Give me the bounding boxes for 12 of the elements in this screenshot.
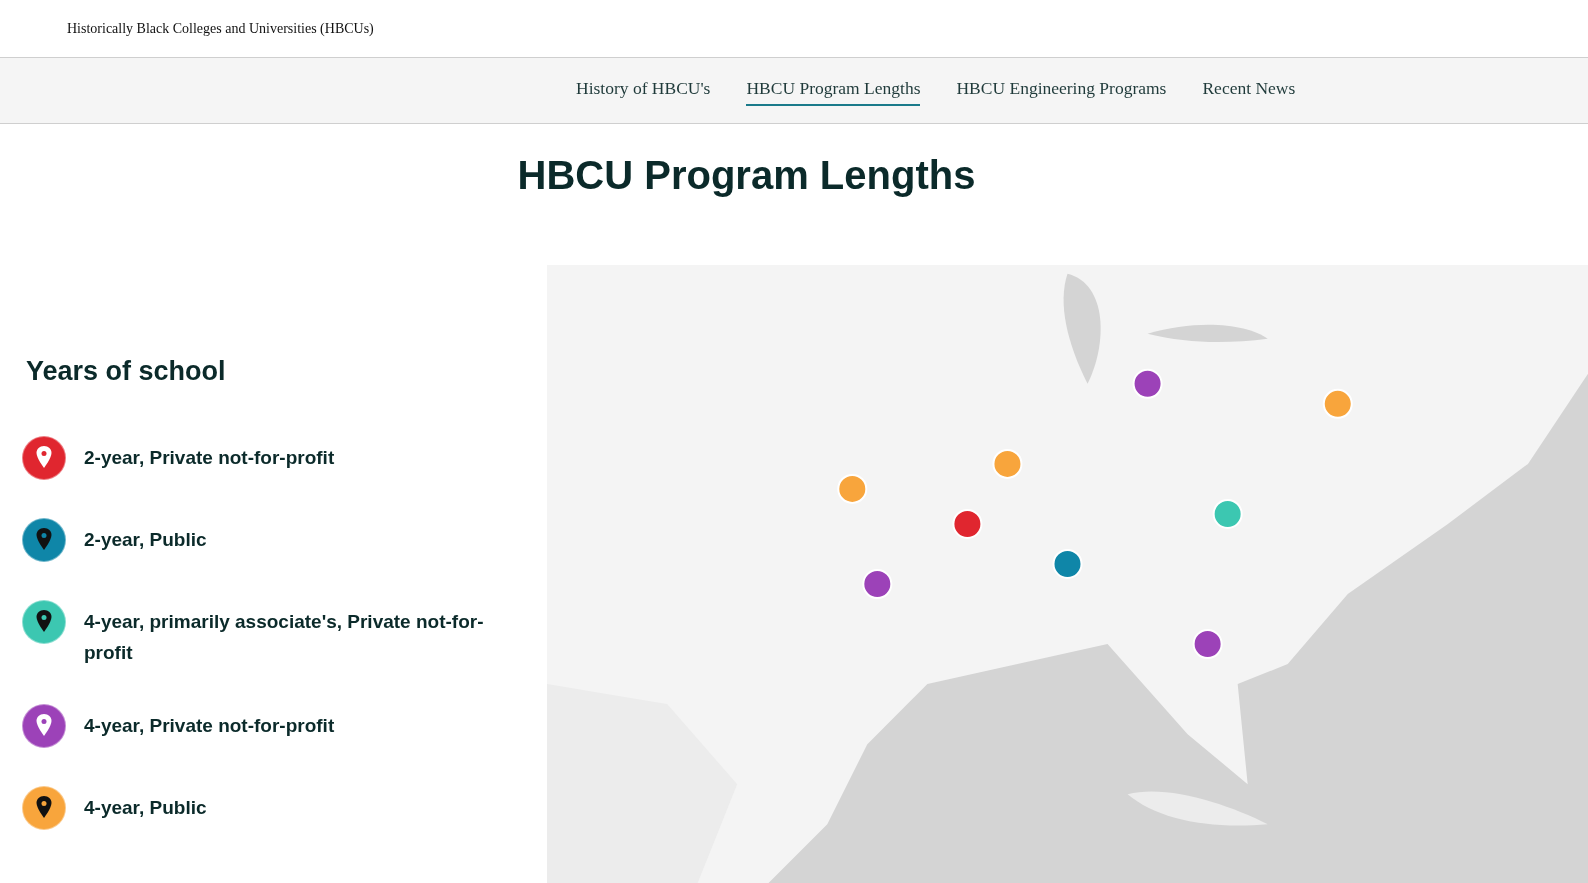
nav-link[interactable]: HBCU Program Lengths xyxy=(746,75,921,106)
page-title: HBCU Program Lengths xyxy=(517,151,976,199)
nav-link[interactable]: History of HBCU's xyxy=(576,75,711,106)
nav-link[interactable]: Recent News xyxy=(1202,75,1296,106)
legend-label: 2-year, Private not-for-profit xyxy=(84,445,335,470)
legend-label: 4-year, primarily associate's, Private not-for-profit xyxy=(84,609,485,665)
legend-label: 2-year, Public xyxy=(84,527,207,552)
nav-link[interactable]: HBCU Engineering Programs xyxy=(956,75,1167,106)
legend-label: 4-year, Private not-for-profit xyxy=(84,713,335,738)
legend-title: Years of school xyxy=(26,355,227,388)
legend-label: 4-year, Public xyxy=(84,795,207,820)
site-title[interactable]: Historically Black Colleges and Universities (HBCUs) xyxy=(67,18,374,39)
